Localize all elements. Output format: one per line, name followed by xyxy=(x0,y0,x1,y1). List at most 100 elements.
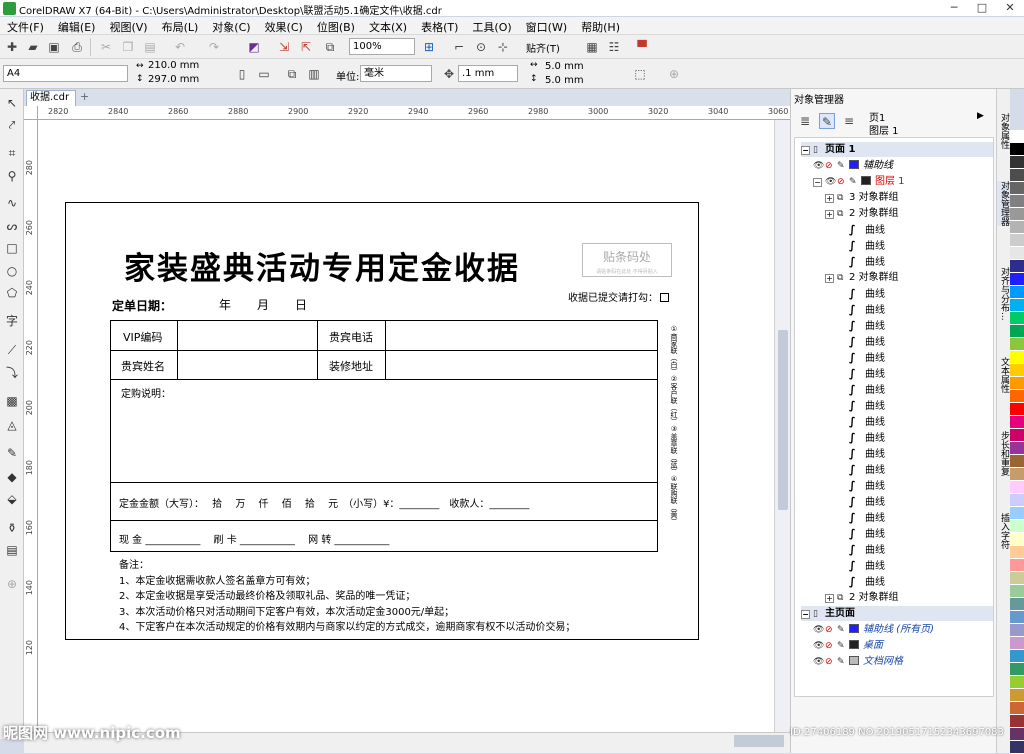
open-folder-icon[interactable]: ▰ xyxy=(25,39,41,55)
palette-swatch[interactable] xyxy=(1010,559,1024,572)
tree-item-curve[interactable]: ∫ 曲线 xyxy=(849,382,885,397)
save-icon[interactable]: ▣ xyxy=(46,39,62,55)
layer-manager-view-icon[interactable]: ≡ xyxy=(841,113,857,129)
options-icon[interactable]: ☷ xyxy=(606,39,622,55)
palette-swatch[interactable] xyxy=(1010,650,1024,663)
tree-item-curve[interactable]: ∫ 曲线 xyxy=(849,238,885,253)
expand-toggle-icon[interactable]: + xyxy=(825,274,834,283)
menu-edit[interactable]: 编辑(E) xyxy=(51,17,103,35)
new-tab-icon[interactable]: + xyxy=(80,90,89,103)
tree-item-page[interactable]: − ▯ 主页面 xyxy=(801,606,993,621)
palette-swatch[interactable] xyxy=(1010,143,1024,156)
color-eyedropper-icon[interactable]: ✎ xyxy=(4,445,20,461)
tree-item-curve[interactable]: ∫ 曲线 xyxy=(849,414,885,429)
full-screen-preview-icon[interactable]: ⊞ xyxy=(421,39,437,55)
palette-swatch[interactable] xyxy=(1010,182,1024,195)
visibility-eye-icon[interactable]: 👁 xyxy=(813,623,824,638)
visibility-eye-icon[interactable]: 👁 xyxy=(813,655,824,670)
mesh-fill-icon[interactable]: ▤ xyxy=(4,542,20,558)
expand-toggle-icon[interactable]: + xyxy=(825,194,834,203)
tree-item-group[interactable]: + ⧉ 2 对象群组 xyxy=(825,590,899,605)
horizontal-scrollbar[interactable] xyxy=(734,735,784,747)
crop-tool-icon[interactable]: ⌗ xyxy=(4,145,20,161)
units-select[interactable]: 毫米 xyxy=(360,65,432,82)
connector-tool-icon[interactable]: ⤵ xyxy=(4,365,20,381)
palette-swatch[interactable] xyxy=(1010,221,1024,234)
palette-swatch[interactable] xyxy=(1010,130,1024,143)
palette-swatch[interactable] xyxy=(1010,728,1024,741)
menu-effects[interactable]: 效果(C) xyxy=(258,17,310,35)
palette-swatch[interactable] xyxy=(1010,377,1024,390)
palette-swatch[interactable] xyxy=(1010,338,1024,351)
docker-tab-object-properties[interactable]: 对象属性 xyxy=(997,113,1011,149)
cut-icon[interactable]: ✂ xyxy=(98,39,114,55)
all-pages-icon[interactable]: ⧉ xyxy=(284,66,300,82)
tree-item-curve[interactable]: ∫ 曲线 xyxy=(849,446,885,461)
printable-icon[interactable]: ⊘ xyxy=(825,639,835,654)
printable-icon[interactable]: ⊘ xyxy=(825,159,835,174)
palette-swatch[interactable] xyxy=(1010,247,1024,260)
tree-item-curve[interactable]: ∫ 曲线 xyxy=(849,478,885,493)
welcome-screen-icon[interactable]: ▦ xyxy=(584,39,600,55)
zoom-level-select[interactable]: 100% xyxy=(349,38,415,55)
current-page-icon[interactable]: ▥ xyxy=(306,66,322,82)
palette-swatch[interactable] xyxy=(1010,572,1024,585)
freehand-tool-icon[interactable]: ∿ xyxy=(4,195,20,211)
palette-swatch[interactable] xyxy=(1010,325,1024,338)
visibility-eye-icon[interactable]: 👁 xyxy=(825,175,836,190)
visibility-eye-icon[interactable]: 👁 xyxy=(813,639,824,654)
expand-toggle-icon[interactable]: − xyxy=(813,178,822,187)
menu-help[interactable]: 帮助(H) xyxy=(574,17,627,35)
document-tab[interactable]: 收据.cdr xyxy=(26,90,76,106)
tree-item-group[interactable]: + ⧉ 2 对象群组 xyxy=(825,270,899,285)
docker-tab-text-properties[interactable]: 文本属性 xyxy=(997,357,1011,393)
menu-tools[interactable]: 工具(O) xyxy=(465,17,518,35)
quick-customize-icon[interactable]: ⊕ xyxy=(4,576,20,592)
docker-tab-align-distribute[interactable]: 对齐与分布... xyxy=(997,267,1011,321)
tree-item-curve[interactable]: ∫ 曲线 xyxy=(849,558,885,573)
palette-swatch[interactable] xyxy=(1010,715,1024,728)
editable-pen-icon[interactable]: ✎ xyxy=(837,655,847,670)
palette-swatch[interactable] xyxy=(1010,520,1024,533)
tree-item-group[interactable]: + ⧉ 2 对象群组 xyxy=(825,206,899,221)
docker-tab-insert-character[interactable]: 插入字符 xyxy=(997,513,1011,549)
palette-swatch[interactable] xyxy=(1010,663,1024,676)
palette-swatch[interactable] xyxy=(1010,286,1024,299)
panel-menu-arrow-icon[interactable]: ▶ xyxy=(977,111,984,121)
portrait-icon[interactable]: ▯ xyxy=(234,66,250,82)
tree-item-curve[interactable]: ∫ 曲线 xyxy=(849,398,885,413)
menu-file[interactable]: 文件(F) xyxy=(0,17,51,35)
scrollbar-thumb[interactable] xyxy=(778,330,788,510)
menu-object[interactable]: 对象(C) xyxy=(205,17,257,35)
tree-item-curve[interactable]: ∫ 曲线 xyxy=(849,286,885,301)
tree-item-curve[interactable]: ∫ 曲线 xyxy=(849,318,885,333)
show-rulers-icon[interactable]: ⌐ xyxy=(451,39,467,55)
expand-toggle-icon[interactable]: + xyxy=(825,210,834,219)
palette-swatch[interactable] xyxy=(1010,481,1024,494)
palette-swatch[interactable] xyxy=(1010,299,1024,312)
tree-item-curve[interactable]: ∫ 曲线 xyxy=(849,526,885,541)
add-toolbar-icon[interactable]: ⊕ xyxy=(666,66,682,82)
tree-item-layer[interactable]: 👁⊘ ✎ 辅助线 (所有页) xyxy=(813,622,934,637)
palette-swatch[interactable] xyxy=(1010,676,1024,689)
palette-swatch[interactable] xyxy=(1010,507,1024,520)
menu-table[interactable]: 表格(T) xyxy=(414,17,465,35)
palette-swatch[interactable] xyxy=(1010,624,1024,637)
palette-swatch[interactable] xyxy=(1010,429,1024,442)
palette-swatch[interactable] xyxy=(1010,598,1024,611)
palette-swatch[interactable] xyxy=(1010,494,1024,507)
menu-text[interactable]: 文本(X) xyxy=(362,17,414,35)
close-button[interactable]: ✕ xyxy=(996,0,1024,17)
menu-view[interactable]: 视图(V) xyxy=(102,17,154,35)
new-document-icon[interactable]: ✚ xyxy=(4,39,20,55)
editable-pen-icon[interactable]: ✎ xyxy=(849,175,859,190)
text-tool-icon[interactable]: 字 xyxy=(4,313,20,329)
tree-item-curve[interactable]: ∫ 曲线 xyxy=(849,510,885,525)
docker-tab-object-manager[interactable]: 对象管理器 xyxy=(997,181,1011,226)
palette-swatch[interactable] xyxy=(1010,156,1024,169)
palette-swatch[interactable] xyxy=(1010,195,1024,208)
tree-item-page[interactable]: − ▯ 页面 1 xyxy=(801,142,993,157)
redo-icon[interactable]: ↷ xyxy=(206,39,222,55)
application-launcher-icon[interactable]: ▀ xyxy=(634,39,650,55)
treat-as-filled-icon[interactable]: ⬚ xyxy=(632,66,648,82)
